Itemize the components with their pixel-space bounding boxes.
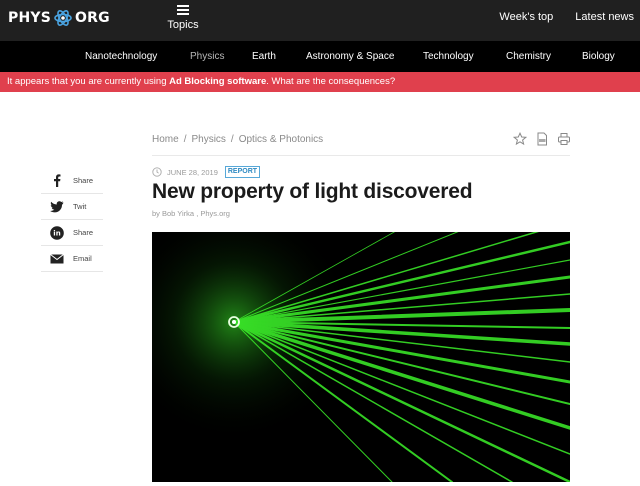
weeks-top-link[interactable]: Week's top [499,11,553,23]
category-nav: Nanotechnology Physics Earth Astronomy &… [0,41,640,72]
nav-item-physics[interactable]: Physics [190,51,224,62]
adblock-suffix: . What are the consequences? [266,76,396,87]
share-email-label: Email [73,254,92,263]
logo-text-left: PHYS [8,10,51,26]
nav-item-earth[interactable]: Earth [252,51,276,62]
share-linkedin-button[interactable]: in Share [41,220,103,246]
facebook-icon [48,174,66,188]
share-linkedin-label: Share [73,228,94,237]
report-badge: REPORT [224,166,261,178]
email-icon [48,252,66,266]
top-header: PHYS ORG Topics Week's top Latest news [0,0,640,41]
share-facebook-label: Share [73,176,94,185]
twitter-icon [48,200,66,214]
breadcrumb: Home / Physics / Optics & Photonics [152,134,323,145]
topics-menu-button[interactable]: Topics [164,3,202,31]
latest-news-link[interactable]: Latest news [575,11,634,23]
breadcrumb-optics[interactable]: Optics & Photonics [239,134,323,145]
share-twitter-label: Twit [73,202,87,211]
breadcrumb-divider [152,155,570,156]
nav-item-biology[interactable]: Biology [582,51,615,62]
adblock-highlight: Ad Blocking software [169,76,267,87]
share-facebook-button[interactable]: Share [41,168,103,194]
topics-label: Topics [167,19,199,31]
clock-icon [152,167,162,177]
share-sidebar: Share Twit in Share Email [41,168,103,272]
star-icon[interactable] [512,131,528,146]
breadcrumb-home[interactable]: Home [152,134,179,145]
article-date: JUNE 28, 2019 [167,167,218,177]
site-logo[interactable]: PHYS ORG [8,9,110,27]
share-twitter-button[interactable]: Twit [41,194,103,220]
nav-item-astronomy-space[interactable]: Astronomy & Space [306,51,394,62]
nav-item-nanotechnology[interactable]: Nanotechnology [85,51,157,62]
article-byline: by Bob Yirka , Phys.org [152,209,230,218]
pdf-icon[interactable] [535,132,549,146]
header-links: Week's top Latest news [499,11,634,23]
article-meta: JUNE 28, 2019 REPORT [152,166,261,178]
breadcrumb-separator: / [183,134,187,145]
nav-item-chemistry[interactable]: Chemistry [506,51,551,62]
breadcrumb-separator: / [230,134,234,145]
article-title: New property of light discovered [152,180,473,203]
breadcrumb-physics[interactable]: Physics [191,134,225,145]
adblock-prefix: It appears that you are currently using [7,76,170,87]
logo-text-right: ORG [75,10,110,26]
linkedin-icon: in [48,225,66,240]
article-tools [512,131,571,146]
nav-item-technology[interactable]: Technology [423,51,474,62]
logo-atom-icon [53,9,73,27]
adblock-notice[interactable]: It appears that you are currently using … [0,72,640,92]
article-hero-image [152,232,570,482]
svg-text:in: in [53,229,60,237]
share-email-button[interactable]: Email [41,246,103,272]
print-icon[interactable] [557,132,571,146]
green-laser-beams-image [152,232,570,482]
hamburger-icon [177,5,189,15]
